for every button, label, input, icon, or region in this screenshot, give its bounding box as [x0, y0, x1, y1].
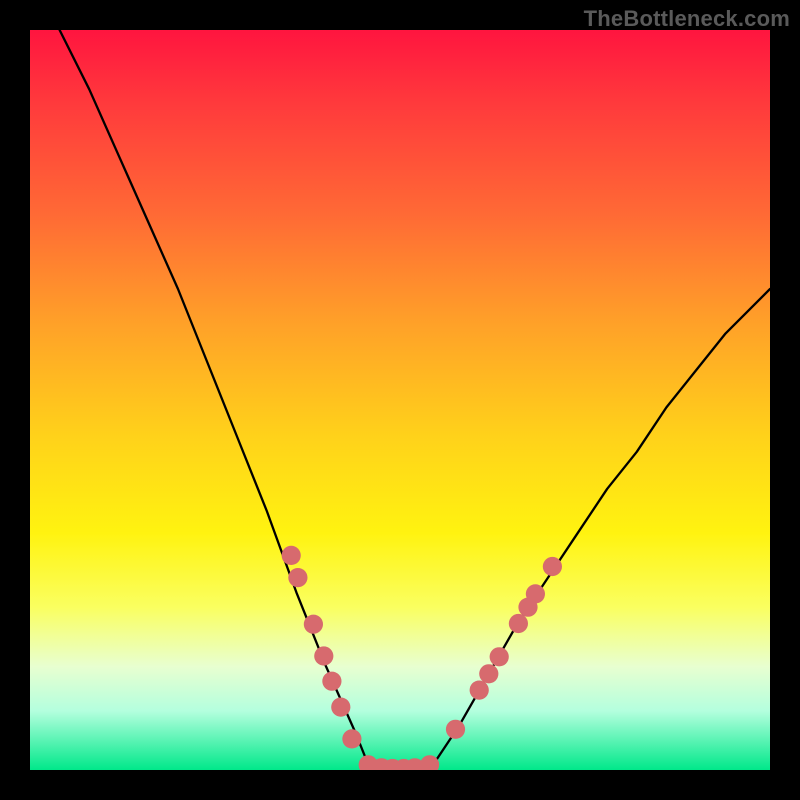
chart-svg	[30, 30, 770, 770]
chart-frame: TheBottleneck.com	[0, 0, 800, 800]
curve-line	[60, 30, 770, 770]
data-marker	[342, 729, 361, 748]
data-marker	[543, 557, 562, 576]
data-marker	[288, 568, 307, 587]
data-marker	[322, 672, 341, 691]
data-marker	[446, 720, 465, 739]
marker-group	[282, 546, 562, 770]
data-marker	[526, 584, 545, 603]
chart-plot-area	[30, 30, 770, 770]
watermark-text: TheBottleneck.com	[584, 6, 790, 32]
data-marker	[420, 755, 439, 770]
data-marker	[470, 681, 489, 700]
data-marker	[314, 646, 333, 665]
data-marker	[331, 698, 350, 717]
data-marker	[479, 664, 498, 683]
data-marker	[490, 647, 509, 666]
data-marker	[509, 614, 528, 633]
data-marker	[282, 546, 301, 565]
data-marker	[304, 615, 323, 634]
